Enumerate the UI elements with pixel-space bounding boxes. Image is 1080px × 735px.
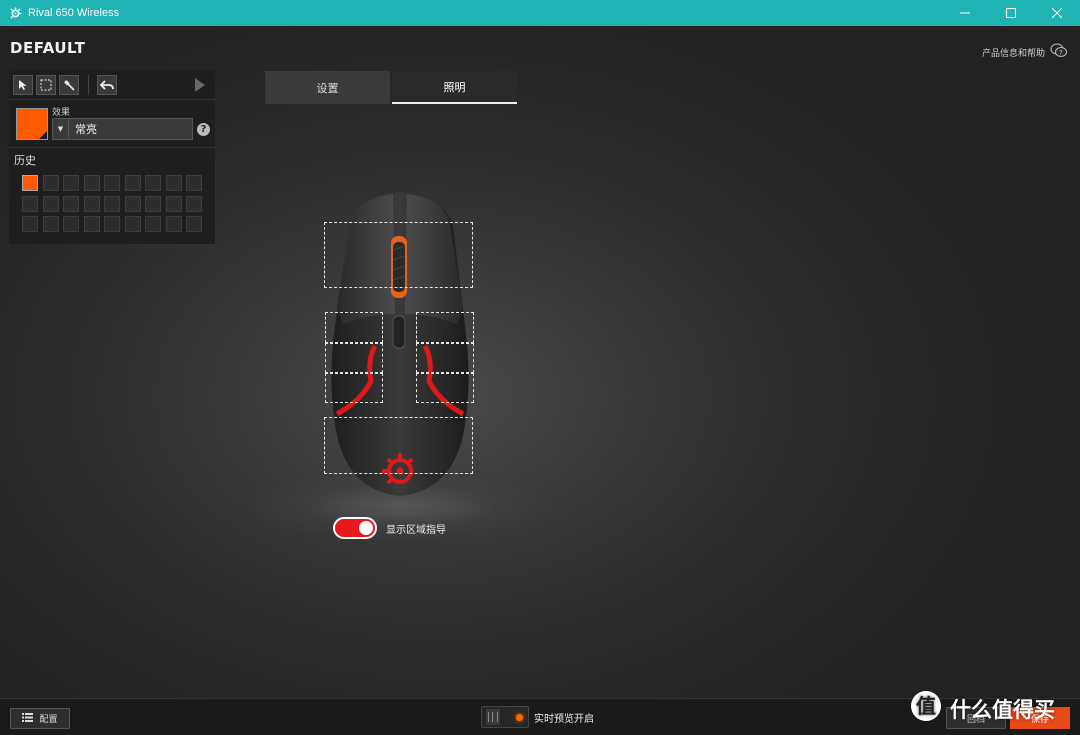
history-grid xyxy=(22,175,202,232)
product-help-link[interactable]: 产品信息和帮助 ? xyxy=(982,43,1068,61)
history-swatch[interactable] xyxy=(63,216,79,232)
lighting-tools-panel: 效果 ▼ 常亮 ? 历史 xyxy=(9,70,215,244)
history-swatch[interactable] xyxy=(124,175,141,191)
select-arrow-icon[interactable] xyxy=(13,74,33,95)
chat-help-icon: ? xyxy=(1050,43,1068,61)
history-swatch[interactable] xyxy=(22,195,38,212)
history-swatch[interactable] xyxy=(104,175,120,191)
tool-bar xyxy=(9,70,215,100)
history-swatch[interactable] xyxy=(104,216,120,232)
zone-guide-toggle[interactable] xyxy=(333,517,377,539)
history-swatch[interactable] xyxy=(83,175,100,191)
toggle-knob xyxy=(359,521,373,535)
list-icon xyxy=(22,712,34,725)
live-preview-switch[interactable] xyxy=(481,706,529,728)
history-label: 历史 xyxy=(14,154,36,167)
history-swatch[interactable] xyxy=(124,216,141,232)
history-swatch[interactable] xyxy=(186,216,202,232)
effect-row: 效果 ▼ 常亮 ? xyxy=(9,100,215,148)
history-swatch[interactable] xyxy=(63,195,79,212)
history-swatch[interactable] xyxy=(186,195,202,212)
effect-value: 常亮 xyxy=(75,123,97,136)
watermark-text: 什么值得买 xyxy=(950,697,1055,722)
tab-lighting[interactable]: 照明 xyxy=(392,71,517,104)
zone-right-strip-1[interactable] xyxy=(416,312,474,343)
history-swatch[interactable] xyxy=(165,216,182,232)
title-bar: Rival 650 Wireless xyxy=(0,0,1080,26)
watermark-logo-icon: 值 xyxy=(910,690,942,727)
history-swatch[interactable] xyxy=(22,216,38,232)
toolbar-divider xyxy=(88,74,89,95)
zone-left-strip-1[interactable] xyxy=(325,312,383,343)
tab-bar: 设置 照明 xyxy=(265,71,519,104)
steelseries-logo-icon xyxy=(8,6,22,20)
config-button[interactable]: 配置 xyxy=(10,708,70,729)
marquee-icon[interactable] xyxy=(36,74,56,95)
history-swatch[interactable] xyxy=(83,195,100,212)
zone-logo[interactable] xyxy=(324,417,473,474)
history-swatch[interactable] xyxy=(186,175,202,191)
grip-icon xyxy=(486,709,500,725)
live-indicator-dot xyxy=(516,713,523,721)
tab-settings[interactable]: 设置 xyxy=(265,71,390,104)
magic-wand-icon[interactable] xyxy=(59,74,79,95)
history-swatch[interactable] xyxy=(42,216,59,232)
svg-text:值: 值 xyxy=(916,694,936,718)
history-swatch[interactable] xyxy=(42,195,59,212)
history-swatch[interactable] xyxy=(165,175,182,191)
history-swatch[interactable] xyxy=(104,195,120,212)
live-preview-control: 实时预览开启 xyxy=(481,706,594,728)
close-button[interactable] xyxy=(1034,0,1080,26)
history-swatch[interactable] xyxy=(83,216,100,232)
zone-left-strip-2[interactable] xyxy=(325,343,383,373)
minimize-button[interactable] xyxy=(942,0,988,26)
site-watermark: 值 什么值得买 xyxy=(910,690,1055,727)
maximize-button[interactable] xyxy=(988,0,1034,26)
main-area: DEFAULT 产品信息和帮助 ? 效果 ▼ 常亮 ? 历史 设置 照明 显示区… xyxy=(0,26,1080,698)
effect-help-icon[interactable]: ? xyxy=(197,123,210,136)
config-label: 配置 xyxy=(39,715,58,725)
effect-label: 效果 xyxy=(52,108,71,118)
effect-dropdown[interactable]: ▼ 常亮 xyxy=(52,118,193,140)
history-swatch[interactable] xyxy=(63,175,79,191)
dropdown-arrow-icon: ▼ xyxy=(53,119,69,139)
history-swatch[interactable] xyxy=(22,175,38,191)
history-swatch[interactable] xyxy=(145,175,161,191)
history-swatch[interactable] xyxy=(124,195,141,212)
help-link-label: 产品信息和帮助 xyxy=(981,48,1045,59)
window-title: Rival 650 Wireless xyxy=(28,7,120,19)
zone-right-strip-3[interactable] xyxy=(416,373,474,403)
live-preview-label: 实时预览开启 xyxy=(534,713,594,725)
zone-guide-label: 显示区域指导 xyxy=(386,524,446,536)
history-swatch[interactable] xyxy=(165,195,182,212)
zone-wheel[interactable] xyxy=(324,222,473,288)
history-swatch[interactable] xyxy=(42,175,59,191)
color-swatch[interactable] xyxy=(16,108,48,140)
play-preview-icon[interactable] xyxy=(195,77,205,96)
history-swatch[interactable] xyxy=(145,195,161,212)
zone-right-strip-2[interactable] xyxy=(416,343,474,373)
zone-guide-toggle-row: 显示区域指导 xyxy=(333,517,446,539)
profile-title: DEFAULT xyxy=(10,39,86,57)
undo-icon[interactable] xyxy=(97,74,117,95)
svg-text:?: ? xyxy=(1059,49,1063,57)
zone-left-strip-3[interactable] xyxy=(325,373,383,403)
history-swatch[interactable] xyxy=(145,216,161,232)
